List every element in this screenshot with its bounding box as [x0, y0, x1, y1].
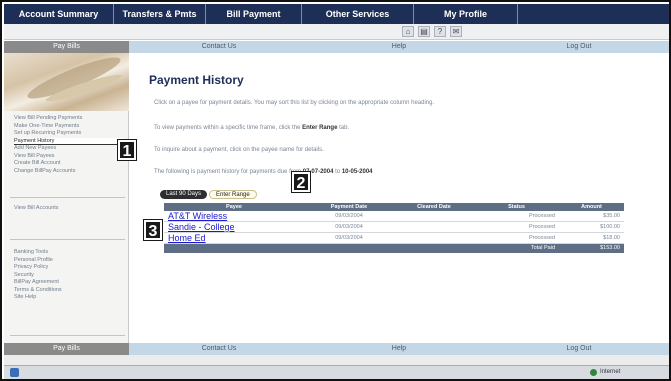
- log-out-link[interactable]: Log Out: [489, 41, 669, 53]
- sidebar-item-site-help[interactable]: Site Help: [14, 294, 124, 302]
- secondary-nav: Pay Bills Contact Us Help Log Out: [4, 41, 669, 53]
- amount-cell: $35.00: [559, 211, 624, 222]
- sidebar-item-personal-profile[interactable]: Personal Profile: [14, 257, 124, 265]
- sidebar-item-one-time-payments[interactable]: Make One-Time Payments: [14, 123, 124, 131]
- browser-toolbar: ⌂ ▤ ? ✉: [4, 24, 669, 40]
- cleared-date: [394, 232, 474, 244]
- callout-badge-1: 1: [117, 139, 137, 161]
- total-label: Total Paid: [474, 243, 559, 253]
- payee-link[interactable]: Home Ed: [164, 232, 304, 244]
- page-title: Payment History: [149, 73, 244, 87]
- sidebar-item-privacy-policy[interactable]: Privacy Policy: [14, 264, 124, 272]
- column-header-cleared-date[interactable]: Cleared Date: [394, 203, 474, 211]
- sidebar-item-recurring-payments[interactable]: Set up Recurring Payments: [14, 130, 124, 138]
- tab-my-profile[interactable]: My Profile: [414, 4, 518, 24]
- total-row: Total Paid $153.00: [164, 243, 624, 253]
- mail-icon[interactable]: ✉: [450, 26, 462, 37]
- cleared-date: [394, 211, 474, 222]
- sidebar-divider: [10, 239, 125, 240]
- sidebar-divider: [10, 197, 125, 198]
- status-cell: Processed: [474, 221, 559, 233]
- pay-bills-label: Pay Bills: [4, 41, 129, 53]
- tab-last-90-days[interactable]: Last 90 Days: [160, 190, 208, 199]
- payment-date: 09/03/2004: [304, 211, 394, 222]
- sidebar-item-pending-payments[interactable]: View Bill Pending Payments: [14, 115, 124, 123]
- payment-history-table: Payee Payment Date Cleared Date Status A…: [164, 203, 624, 253]
- sidebar-item-view-bill-accounts[interactable]: View Bill Accounts: [14, 205, 124, 213]
- help-icon[interactable]: ?: [434, 26, 446, 37]
- callout-badge-3: 3: [143, 219, 163, 241]
- footer-nav: Pay Bills Contact Us Help Log Out: [4, 343, 669, 355]
- enter-range-link-text: Enter Range: [302, 125, 338, 131]
- sidebar-divider: [10, 335, 125, 336]
- home-icon[interactable]: ⌂: [402, 26, 414, 37]
- sidebar-item-view-payees[interactable]: View Bill Payees: [14, 153, 124, 161]
- pay-bills-label: Pay Bills: [4, 343, 129, 355]
- total-value: $153.00: [559, 243, 624, 253]
- sidebar-group-billpay: View Bill Pending Payments Make One-Time…: [14, 115, 124, 175]
- sidebar-item-security[interactable]: Security: [14, 272, 124, 280]
- instruction-sort: Click on a payee for payment details. Yo…: [154, 100, 435, 106]
- column-header-status[interactable]: Status: [474, 203, 559, 211]
- status-cell: Processed: [474, 211, 559, 222]
- callout-badge-2: 2: [291, 171, 311, 193]
- instruction-range: To view payments within a specific time …: [154, 125, 350, 131]
- payee-link[interactable]: AT&T Wireless: [164, 211, 304, 222]
- table-row: Home Ed 09/03/2004 Processed $18.00: [164, 232, 624, 244]
- page-bottom-band: [4, 355, 669, 365]
- column-header-payment-date[interactable]: Payment Date: [304, 203, 394, 211]
- instruction-inquire: To inquire about a payment, click on the…: [154, 147, 324, 153]
- globe-icon: [590, 369, 597, 376]
- table-row: Sandie - College 09/03/2004 Processed $1…: [164, 221, 624, 233]
- payment-date: 09/03/2004: [304, 232, 394, 244]
- security-zone: Internet: [590, 368, 620, 377]
- amount-cell: $18.00: [559, 232, 624, 244]
- date-to: 10-05-2004: [341, 169, 373, 175]
- tab-account-summary[interactable]: Account Summary: [4, 4, 114, 24]
- cleared-date: [394, 221, 474, 233]
- tab-other-services[interactable]: Other Services: [302, 4, 414, 24]
- log-out-link[interactable]: Log Out: [489, 343, 669, 355]
- sidebar-group-accounts: View Bill Accounts: [14, 205, 124, 213]
- contact-us-link[interactable]: Contact Us: [129, 41, 309, 53]
- tab-enter-range[interactable]: Enter Range: [209, 190, 257, 199]
- help-link[interactable]: Help: [309, 343, 489, 355]
- zone-label: Internet: [600, 369, 621, 375]
- tab-transfers[interactable]: Transfers & Pmts: [114, 4, 206, 24]
- sidebar-item-create-account[interactable]: Create Bill Account: [14, 160, 124, 168]
- sidebar-item-add-payees[interactable]: Add New Payees: [14, 145, 124, 153]
- print-icon[interactable]: ▤: [418, 26, 430, 37]
- table-row: AT&T Wireless 09/03/2004 Processed $35.0…: [164, 211, 624, 222]
- sidebar-item-billpay-agreement[interactable]: BillPay Agreement: [14, 279, 124, 287]
- history-tabs: Last 90 Days Enter Range: [160, 190, 257, 199]
- payee-link[interactable]: Sandie - College: [164, 221, 304, 233]
- sidebar: View Bill Pending Payments Make One-Time…: [4, 53, 129, 343]
- tab-bill-payment[interactable]: Bill Payment: [206, 4, 302, 24]
- instruction-date-range: The following is payment history for pay…: [154, 169, 373, 175]
- payment-date: 09/03/2004: [304, 221, 394, 233]
- column-header-amount[interactable]: Amount: [559, 203, 624, 211]
- sidebar-item-banking-tools[interactable]: Banking Tools: [14, 249, 124, 257]
- top-navigation: Account Summary Transfers & Pmts Bill Pa…: [4, 4, 669, 24]
- amount-cell: $100.00: [559, 221, 624, 233]
- main-content: Payment History Click on a payee for pay…: [142, 53, 662, 343]
- tab-blank: [518, 4, 669, 24]
- feather-banner-image: [4, 53, 129, 111]
- page-icon: [10, 368, 19, 377]
- browser-status-bar: Internet: [4, 365, 669, 379]
- help-link[interactable]: Help: [309, 41, 489, 53]
- table-header-row: Payee Payment Date Cleared Date Status A…: [164, 203, 624, 211]
- browser-window: Account Summary Transfers & Pmts Bill Pa…: [0, 0, 671, 381]
- column-header-payee[interactable]: Payee: [164, 203, 304, 211]
- sidebar-item-change-accounts[interactable]: Change BillPay Accounts: [14, 168, 124, 176]
- status-cell: Processed: [474, 232, 559, 244]
- contact-us-link[interactable]: Contact Us: [129, 343, 309, 355]
- sidebar-item-payment-history[interactable]: Payment History: [14, 137, 124, 145]
- sidebar-item-terms[interactable]: Terms & Conditions: [14, 287, 124, 295]
- sidebar-group-tools: Banking Tools Personal Profile Privacy P…: [14, 249, 124, 302]
